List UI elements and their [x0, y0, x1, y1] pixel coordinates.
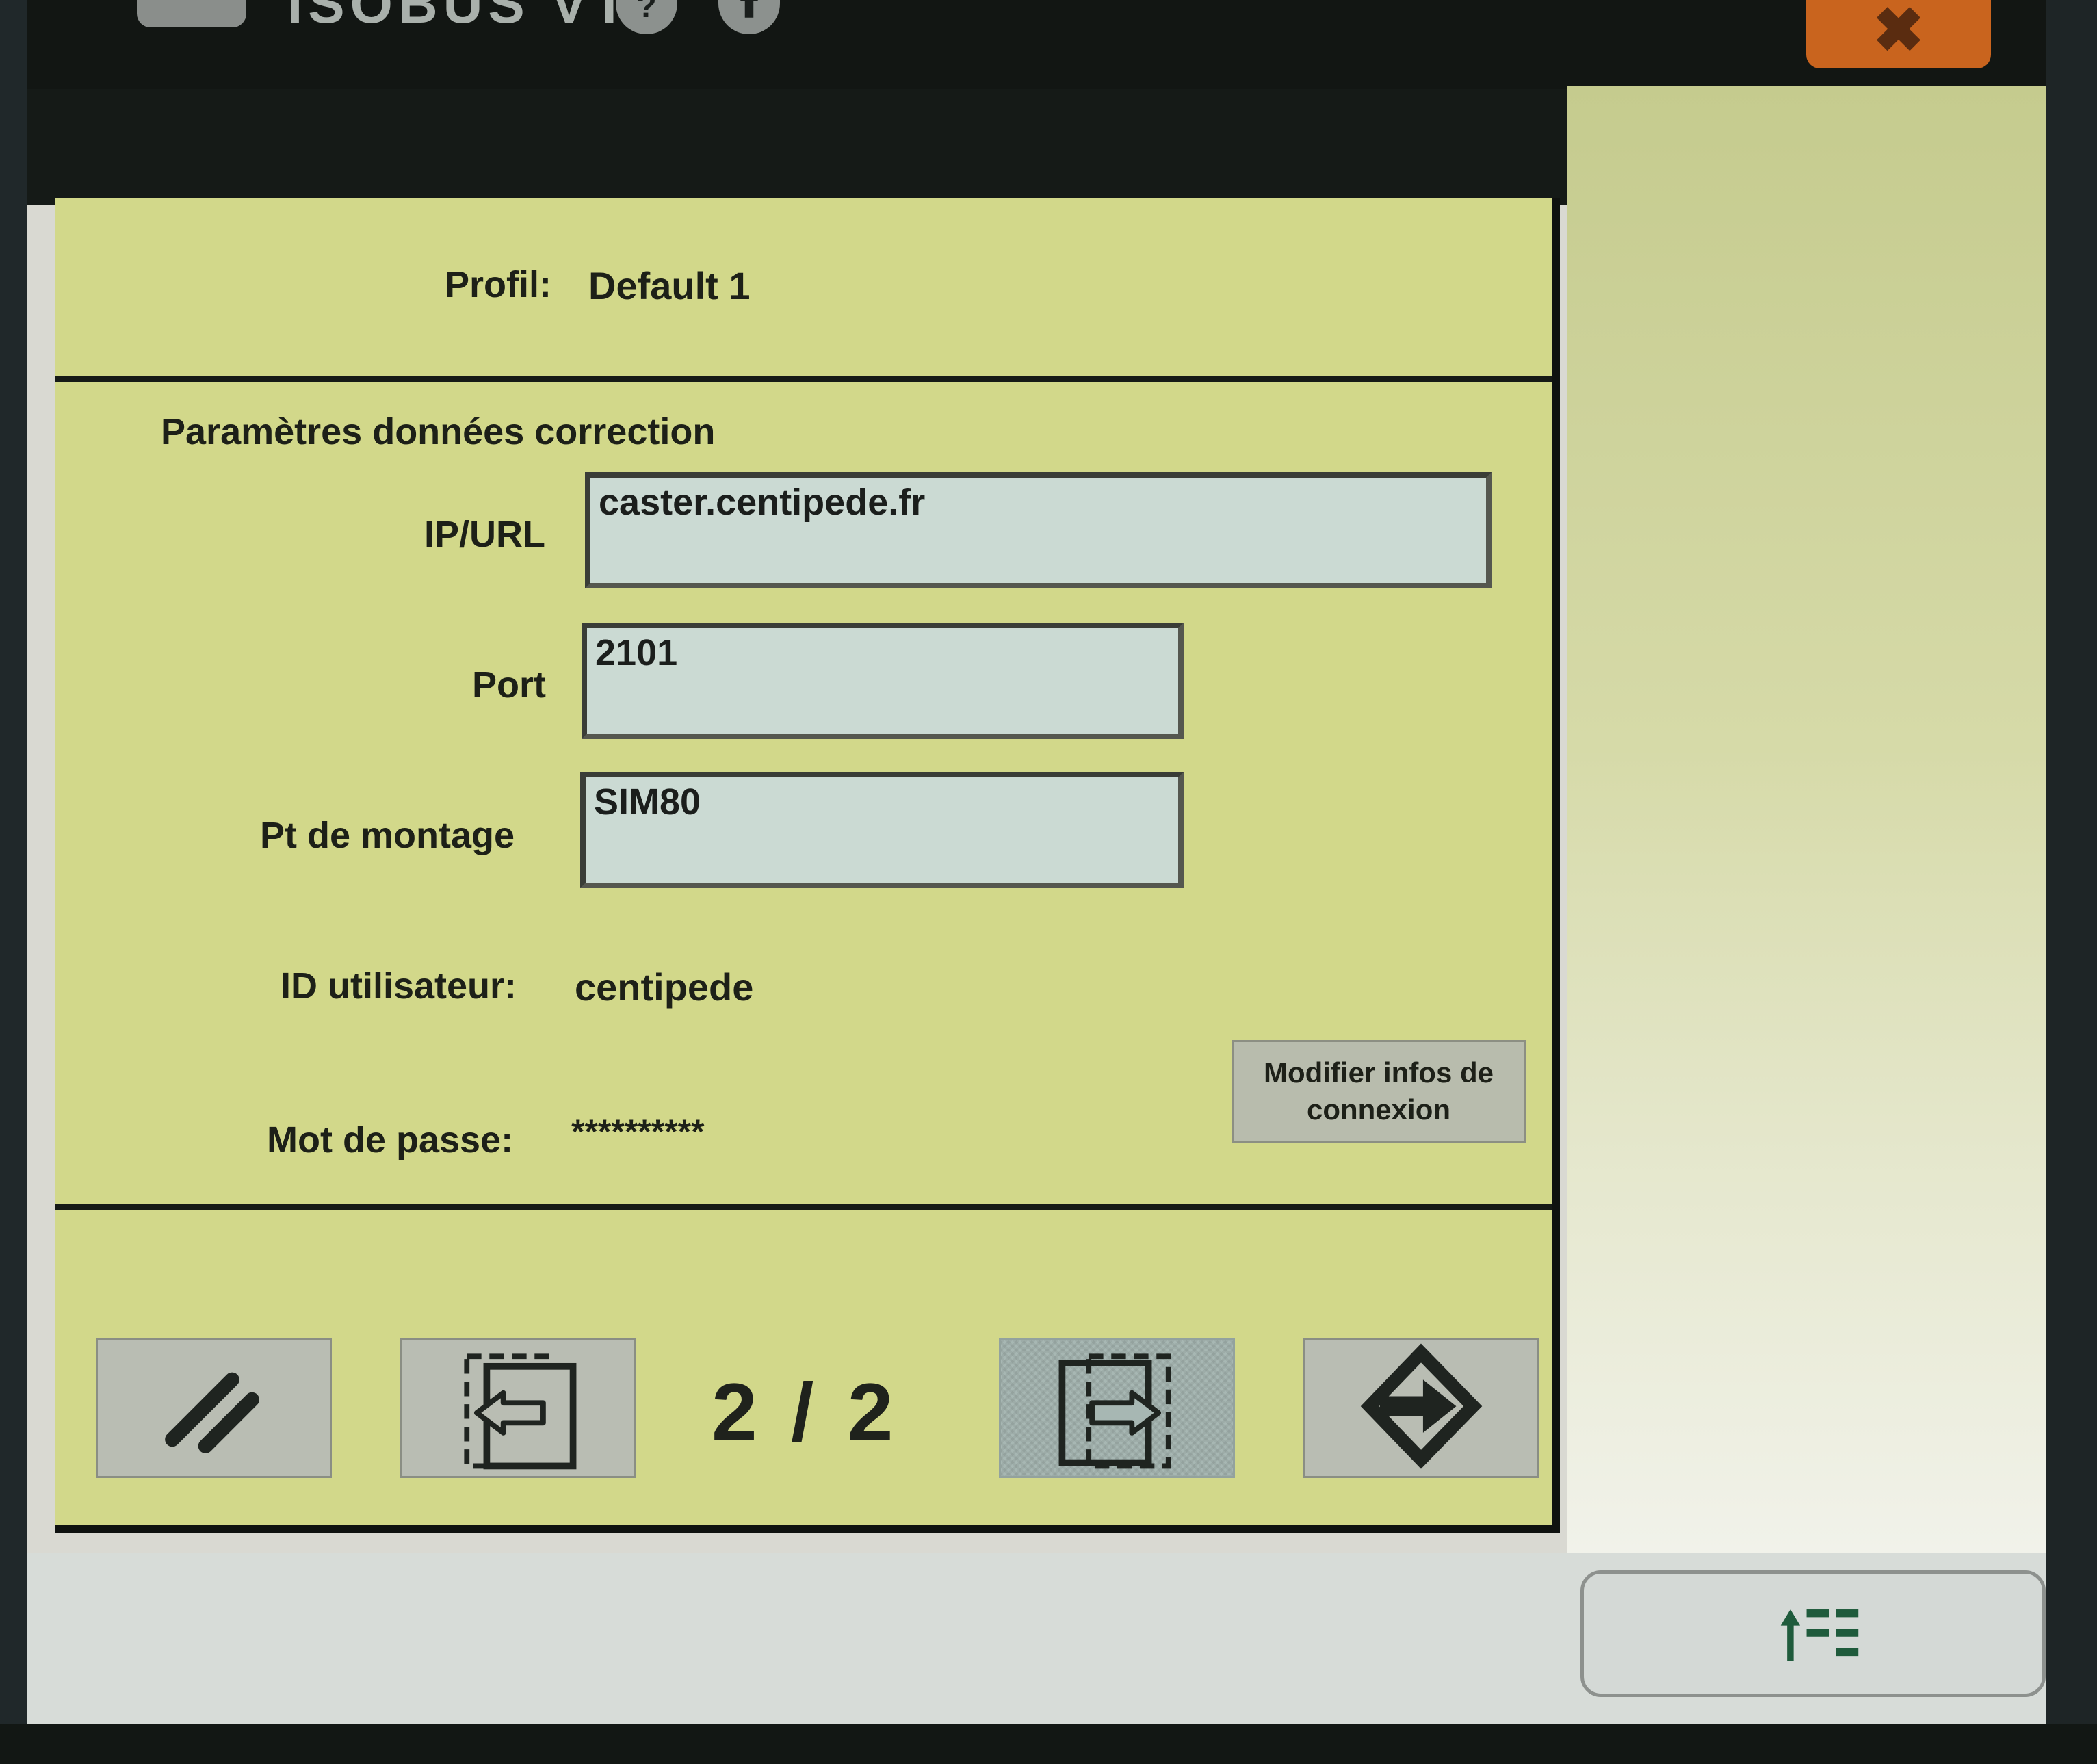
modify-connection-button[interactable]: Modifier infos de connexion: [1232, 1040, 1526, 1143]
close-icon: ✖: [1873, 0, 1925, 65]
user-id-label: ID utilisateur:: [281, 965, 517, 1007]
ip-url-field[interactable]: caster.centipede.fr: [585, 472, 1492, 588]
ip-url-label: IP/URL: [424, 514, 546, 555]
list-menu-button[interactable]: [1580, 1570, 2046, 1697]
device-bezel-right: [2042, 0, 2097, 1764]
main-panel: Profil: Default 1 Paramètres données cor…: [55, 198, 1560, 1533]
port-label: Port: [472, 664, 546, 705]
section-divider: [55, 1204, 1552, 1210]
device-bezel-bottom: [0, 1724, 2097, 1764]
profile-value: Default 1: [588, 264, 751, 307]
user-id-value: centipede: [575, 965, 754, 1009]
mount-point-label: Pt de montage: [260, 815, 515, 856]
password-value: **********: [571, 1113, 705, 1151]
brand-logo: [137, 0, 246, 27]
mount-point-field[interactable]: SIM80: [580, 772, 1184, 888]
previous-page-button[interactable]: [400, 1338, 636, 1478]
cancel-button[interactable]: [96, 1338, 332, 1478]
section-title: Paramètres données correction: [161, 411, 716, 452]
page-indicator: 2 / 2: [712, 1366, 899, 1458]
password-label: Mot de passe:: [267, 1119, 514, 1160]
next-page-button[interactable]: [999, 1338, 1235, 1478]
app-title: ISOBUS VT: [287, 0, 632, 34]
cancel-icon: [165, 1372, 259, 1453]
next-page-icon: [1058, 1353, 1171, 1469]
upload-icon[interactable]: ⬆: [718, 0, 780, 34]
terminal-screen: ISOBUS VT ? ⬆ ✖ Profil: Default 1 Paramè…: [27, 0, 2046, 1738]
header-band: [27, 89, 1567, 205]
close-button[interactable]: ✖: [1806, 0, 1991, 68]
title-bar: ISOBUS VT ? ⬆ ✖: [27, 0, 2046, 89]
sort-list-icon: [1780, 1609, 1859, 1661]
profile-row: Profil: Default 1: [55, 198, 1552, 382]
confirm-arrow-icon: [1360, 1343, 1483, 1469]
confirm-button[interactable]: [1303, 1338, 1539, 1478]
port-field[interactable]: 2101: [582, 623, 1184, 739]
profile-label: Profil:: [445, 264, 551, 305]
softkey-panel: [1567, 86, 2046, 1553]
previous-page-icon: [464, 1353, 577, 1470]
